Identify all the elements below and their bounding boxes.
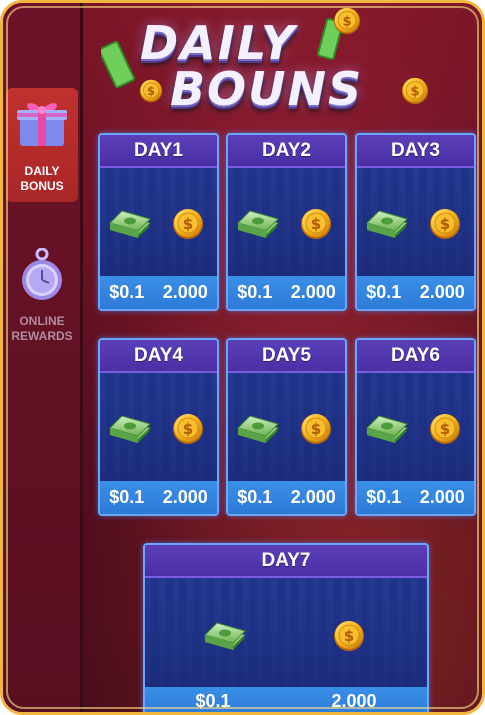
day-label: DAY7 xyxy=(145,545,427,578)
day-label: DAY2 xyxy=(228,135,345,168)
reward-row: $0.1 2.000 xyxy=(100,276,217,309)
gold-coin-icon xyxy=(300,413,332,445)
flying-coin-icon xyxy=(401,77,429,105)
coin-amount: 2.000 xyxy=(162,487,208,507)
title-line-2: BOUNS xyxy=(170,62,364,116)
card-body xyxy=(100,373,217,481)
card-body xyxy=(100,168,217,276)
day-label: DAY4 xyxy=(100,340,217,373)
sidebar-item-daily-bonus[interactable]: DAILY BONUS xyxy=(6,88,78,202)
day-card-6[interactable]: DAY6 $0.1 2.000 xyxy=(355,338,476,516)
day-label: DAY6 xyxy=(357,340,474,373)
cash-stack-icon xyxy=(108,413,152,447)
sidebar-item-label: DAILY BONUS xyxy=(20,164,64,193)
reward-row: $0.1 2.000 xyxy=(357,481,474,514)
card-body xyxy=(145,578,427,687)
day-label: DAY1 xyxy=(100,135,217,168)
reward-row: $0.1 2.000 xyxy=(228,481,345,514)
coin-amount: 2.000 xyxy=(290,282,336,302)
card-body xyxy=(228,168,345,276)
gold-coin-icon xyxy=(333,620,365,652)
reward-row: $0.1 2.000 xyxy=(357,276,474,309)
gift-icon xyxy=(17,103,67,146)
gold-coin-icon xyxy=(172,208,204,240)
coin-amount: 2.000 xyxy=(162,282,208,302)
day-card-5[interactable]: DAY5 $0.1 2.000 xyxy=(226,338,347,516)
cash-stack-icon xyxy=(108,208,152,242)
cash-amount: $0.1 xyxy=(366,487,402,507)
cash-stack-icon xyxy=(365,208,409,242)
reward-row: $0.1 2.000 xyxy=(100,481,217,514)
day-card-4[interactable]: DAY4 $0.1 2.000 xyxy=(98,338,219,516)
cash-stack-icon xyxy=(236,413,280,447)
cash-stack-icon xyxy=(365,413,409,447)
day-card-7[interactable]: DAY7 $0.1 2.000 xyxy=(143,543,429,712)
card-body xyxy=(228,373,345,481)
day-card-2[interactable]: DAY2 $0.1 2.000 xyxy=(226,133,347,311)
coin-amount: 2.000 xyxy=(331,690,377,711)
cash-amount: $0.1 xyxy=(109,487,145,507)
sidebar-item-online-rewards[interactable]: ONLINE REWARDS xyxy=(6,238,78,352)
cash-stack-icon xyxy=(236,208,280,242)
sidebar-item-label: ONLINE REWARDS xyxy=(11,314,73,343)
sidebar: DAILY BONUS ONLINE REWARDS xyxy=(3,3,83,712)
cash-amount: $0.1 xyxy=(237,487,273,507)
day-card-1[interactable]: DAY1 $0.1 2.000 xyxy=(98,133,219,311)
page-title: DAILY BOUNS xyxy=(98,8,398,118)
gold-coin-icon xyxy=(429,413,461,445)
cash-amount: $0.1 xyxy=(237,282,273,302)
coin-amount: 2.000 xyxy=(290,487,336,507)
pocket-watch-icon xyxy=(22,248,62,300)
reward-row: $0.1 2.000 xyxy=(145,687,427,712)
day-label: DAY5 xyxy=(228,340,345,373)
day-card-3[interactable]: DAY3 $0.1 2.000 xyxy=(355,133,476,311)
card-body xyxy=(357,373,474,481)
cash-amount: $0.1 xyxy=(195,690,231,711)
reward-row: $0.1 2.000 xyxy=(228,276,345,309)
gold-coin-icon xyxy=(172,413,204,445)
coin-amount: 2.000 xyxy=(419,487,465,507)
gold-coin-icon xyxy=(429,208,461,240)
coin-amount: 2.000 xyxy=(419,282,465,302)
cash-stack-icon xyxy=(203,620,247,654)
gold-coin-icon xyxy=(300,208,332,240)
day-label: DAY3 xyxy=(357,135,474,168)
cash-amount: $0.1 xyxy=(109,282,145,302)
daily-bonus-window: DAILY BONUS ONLINE REWARDS DAILY BOUNS D… xyxy=(0,0,485,715)
card-body xyxy=(357,168,474,276)
cash-amount: $0.1 xyxy=(366,282,402,302)
